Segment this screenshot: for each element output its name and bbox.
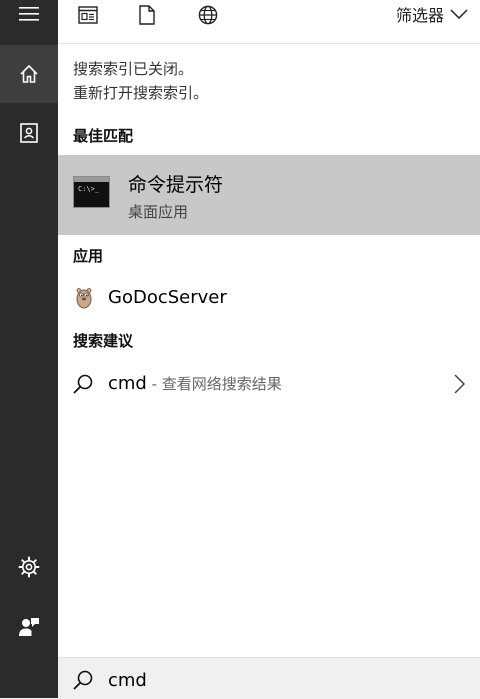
home-button[interactable] bbox=[0, 45, 58, 103]
notebook-button[interactable] bbox=[0, 104, 58, 162]
home-icon bbox=[20, 64, 38, 83]
best-match-result[interactable]: C:\>_ 命令提示符 桌面应用 bbox=[58, 155, 480, 235]
document-icon bbox=[139, 5, 155, 25]
apps-header: 应用 bbox=[73, 247, 104, 265]
search-toolbar: 筛选器 bbox=[58, 0, 480, 44]
result-title: 命令提示符 bbox=[128, 174, 224, 196]
app-result[interactable]: GoDocServer bbox=[58, 280, 480, 318]
web-filter-button[interactable] bbox=[196, 3, 220, 27]
hamburger-icon bbox=[19, 7, 39, 21]
index-off-text: 搜索索引已关闭。 bbox=[73, 60, 194, 78]
chevron-down-icon bbox=[450, 9, 468, 19]
best-match-header: 最佳匹配 bbox=[73, 127, 134, 145]
chevron-right-icon[interactable] bbox=[453, 374, 465, 394]
web-icon bbox=[198, 5, 218, 25]
search-box[interactable]: cmd bbox=[58, 657, 480, 699]
command-prompt-icon: C:\>_ bbox=[73, 176, 110, 208]
apps-icon bbox=[78, 6, 98, 24]
notebook-icon bbox=[20, 123, 38, 143]
suggestion-subtext: - 查看网络搜索结果 bbox=[146, 375, 282, 393]
index-notice: 搜索索引已关闭。 重新打开搜索索引。 bbox=[73, 57, 208, 105]
reenable-index-link[interactable]: 重新打开搜索索引。 bbox=[73, 81, 208, 105]
suggestion-query: cmd bbox=[108, 373, 147, 394]
search-panel: 筛选器 搜索索引已关闭。 重新打开搜索索引。 最佳匹配 C:\>_ 命令提示符 … bbox=[58, 0, 480, 699]
documents-filter-button[interactable] bbox=[135, 3, 159, 27]
suggestions-header: 搜索建议 bbox=[73, 332, 134, 350]
apps-filter-button[interactable] bbox=[76, 3, 100, 27]
web-suggestion[interactable]: cmd - 查看网络搜索结果 bbox=[58, 365, 480, 403]
search-icon bbox=[73, 670, 93, 690]
search-input[interactable]: cmd bbox=[108, 670, 147, 691]
feedback-button[interactable] bbox=[0, 597, 58, 655]
filter-dropdown[interactable]: 筛选器 bbox=[396, 2, 468, 26]
menu-button[interactable] bbox=[0, 0, 58, 43]
filter-label: 筛选器 bbox=[395, 6, 444, 25]
settings-button[interactable] bbox=[0, 538, 58, 596]
gear-icon bbox=[18, 556, 40, 578]
feedback-icon bbox=[19, 618, 39, 636]
search-icon bbox=[73, 374, 93, 394]
gopher-icon bbox=[76, 288, 92, 309]
sidebar bbox=[0, 0, 58, 698]
app-label: GoDocServer bbox=[108, 287, 227, 308]
result-subtitle: 桌面应用 bbox=[128, 203, 189, 221]
